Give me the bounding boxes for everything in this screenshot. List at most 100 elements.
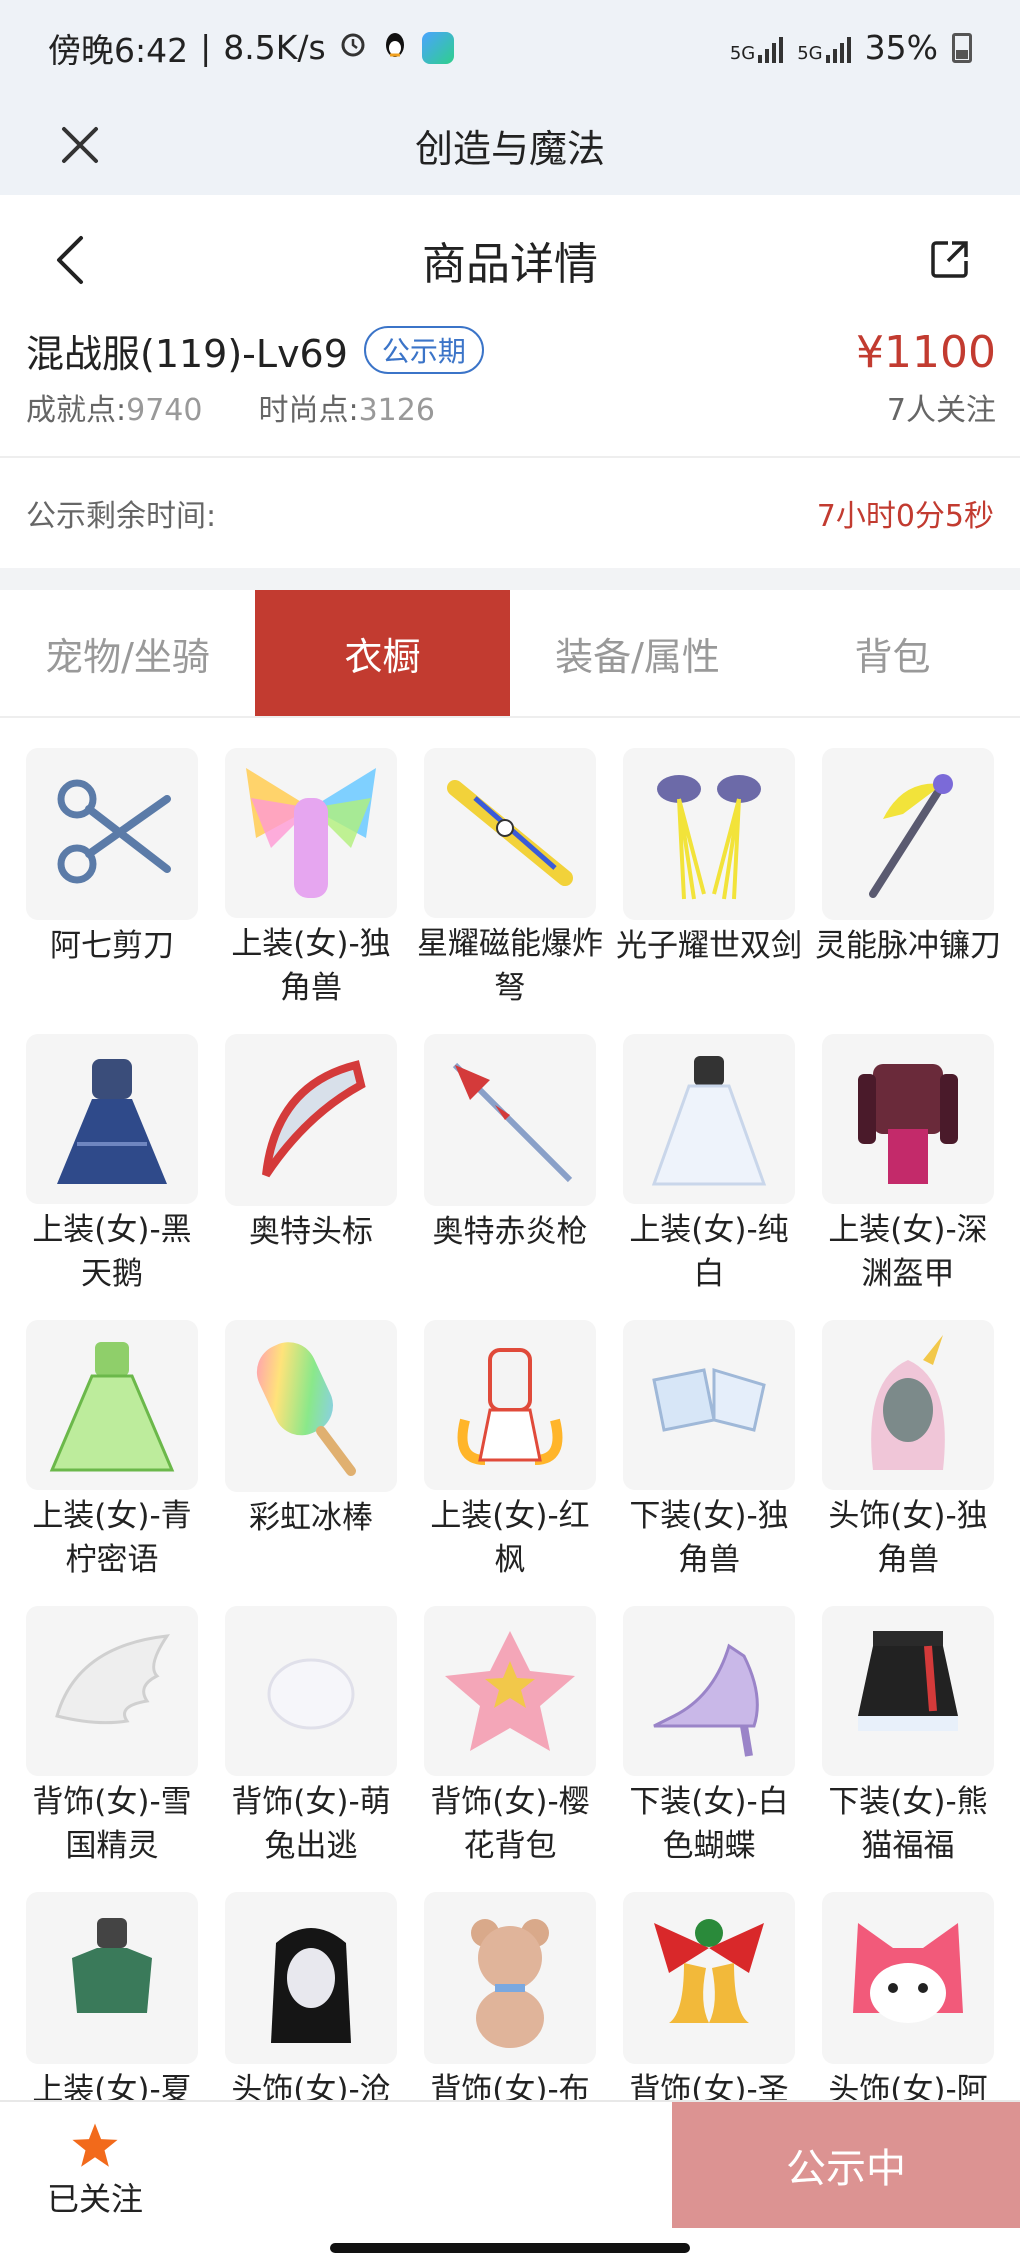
item-name: 灵能脉冲镰刀 — [815, 928, 1001, 964]
crossbow-icon — [447, 780, 573, 886]
white-wing-icon — [55, 1634, 171, 1725]
share-icon[interactable] — [920, 229, 980, 289]
unicorn-pants-icon — [652, 1367, 766, 1432]
gallery-app-icon — [421, 31, 454, 64]
item-name: 阿七剪刀 — [50, 928, 174, 964]
scissors-icon — [57, 779, 171, 884]
signal-icon: 5G — [729, 33, 784, 64]
app-title: 创造与魔法 — [414, 126, 605, 171]
item-name: 星耀磁能爆炸弩 — [417, 926, 603, 1006]
signal-1-label: 5G — [729, 42, 756, 64]
item-name: 上装(女)-纯白 — [629, 1212, 789, 1292]
tab-wardrobe[interactable]: 衣橱 — [255, 590, 510, 716]
bottom-action-bar: 已关注 公示中 — [0, 2100, 1020, 2267]
wardrobe-item[interactable]: 背饰(女)-雪国精灵 — [26, 1606, 198, 1868]
penguin-app-icon — [380, 28, 410, 67]
follow-button[interactable]: 已关注 — [40, 2120, 150, 2220]
fashion-points: 时尚点:3126 — [258, 385, 434, 429]
wardrobe-item[interactable]: 上装(女)-纯白 — [623, 1034, 795, 1296]
wardrobe-item[interactable]: 背饰(女)-萌兔出逃 — [225, 1606, 397, 1868]
wardrobe-item[interactable]: 奥特头标 — [225, 1034, 397, 1296]
green-dress-icon — [49, 1342, 175, 1472]
status-badge: 公示期 — [363, 326, 484, 374]
item-name: 上装(女)-黑天鹅 — [32, 1212, 192, 1292]
detail-tabs: 宠物/坐骑 衣橱 装备/属性 背包 — [0, 590, 1020, 718]
item-name: 下装(女)-熊猫福福 — [828, 1784, 988, 1864]
wardrobe-grid: 阿七剪刀 上装(女)-独角兽 星耀磁能爆炸弩 光子耀世双剑 灵能脉冲镰刀 上装(… — [26, 748, 1001, 2154]
spear-icon — [452, 1062, 573, 1183]
cat-mask-icon — [853, 1923, 963, 2023]
red-maple-outfit-icon — [457, 1348, 563, 1465]
item-name: 背饰(女)-雪国精灵 — [32, 1784, 192, 1864]
tab-backpack[interactable]: 背包 — [765, 590, 1020, 716]
black-hair-icon — [271, 1928, 351, 2043]
crest-icon — [262, 1060, 366, 1178]
back-chevron-icon[interactable] — [40, 225, 100, 295]
close-icon[interactable] — [52, 117, 108, 173]
twin-swords-icon — [657, 775, 761, 900]
panda-skirt-icon — [858, 1631, 958, 1731]
battery-icon — [952, 32, 972, 63]
countdown-value: 7小时0分5秒 — [816, 499, 994, 534]
product-name: 混战服(119)-Lv69 — [26, 331, 348, 376]
wardrobe-item[interactable]: 灵能脉冲镰刀 — [815, 748, 1001, 1010]
wardrobe-item[interactable]: 上装(女)-深渊盔甲 — [822, 1034, 994, 1296]
section-gap — [0, 568, 1020, 590]
publicity-status-button[interactable]: 公示中 — [672, 2102, 1020, 2228]
item-name: 光子耀世双剑 — [616, 928, 802, 964]
status-bar: 傍晚6:42 | 8.5K/s 5G 5G 35% — [0, 0, 1020, 95]
product-price: ¥1100 — [856, 327, 996, 378]
follower-count: 7人关注 — [886, 393, 996, 428]
wardrobe-item[interactable]: 下装(女)-熊猫福福 — [822, 1606, 994, 1868]
armor-icon — [858, 1064, 958, 1184]
wardrobe-item[interactable]: 光子耀世双剑 — [616, 748, 802, 1010]
heel-shoe-icon — [653, 1643, 759, 1757]
product-info: 混战服(119)-Lv69 公示期 ¥1100 成就点:9740 时尚点:312… — [0, 325, 1020, 455]
fluffy-tail-icon — [267, 1658, 355, 1730]
wardrobe-item[interactable]: 星耀磁能爆炸弩 — [417, 748, 603, 1010]
unicorn-hood-icon — [871, 1335, 945, 1470]
item-name: 背饰(女)-萌兔出逃 — [231, 1784, 391, 1864]
wardrobe-item[interactable]: 彩虹冰棒 — [225, 1320, 397, 1582]
achievement-points: 成就点:9740 — [26, 385, 202, 429]
scythe-icon — [869, 774, 953, 898]
white-dress-icon — [651, 1056, 767, 1186]
item-name: 上装(女)-独角兽 — [231, 926, 391, 1006]
christmas-bell-icon — [654, 1919, 764, 2023]
wardrobe-item[interactable]: 阿七剪刀 — [26, 748, 198, 1010]
fashion-value: 3126 — [358, 393, 435, 428]
achievement-label: 成就点: — [26, 393, 127, 428]
page-title: 商品详情 — [422, 239, 598, 290]
item-name: 奥特头标 — [249, 1214, 373, 1250]
battery-level: 35% — [864, 28, 938, 67]
blue-dress-icon — [57, 1059, 167, 1184]
item-name: 奥特赤炎枪 — [432, 1214, 588, 1250]
status-separator: | — [200, 28, 212, 67]
wardrobe-item[interactable]: 上装(女)-独角兽 — [225, 748, 397, 1010]
publicity-countdown: 公示剩余时间: 7小时0分5秒 — [0, 458, 1020, 568]
tab-equipment-attributes[interactable]: 装备/属性 — [510, 590, 765, 716]
wardrobe-item[interactable]: 上装(女)-黑天鹅 — [26, 1034, 198, 1296]
tab-pets-mounts[interactable]: 宠物/坐骑 — [0, 590, 255, 716]
status-net-speed: 8.5K/s — [223, 28, 326, 67]
wardrobe-item[interactable]: 奥特赤炎枪 — [424, 1034, 596, 1296]
green-top-icon — [72, 1918, 152, 2013]
fashion-label: 时尚点: — [258, 393, 359, 428]
wardrobe-item[interactable]: 下装(女)-白色蝴蝶 — [623, 1606, 795, 1868]
item-name: 背饰(女)-樱花背包 — [430, 1784, 590, 1864]
home-indicator[interactable] — [330, 2243, 690, 2253]
status-time: 傍晚6:42 — [48, 30, 189, 70]
signal-2-label: 5G — [797, 42, 823, 64]
alarm-icon — [338, 28, 368, 67]
wardrobe-item[interactable]: 头饰(女)-独角兽 — [822, 1320, 994, 1582]
star-backpack-icon — [445, 1631, 575, 1751]
wardrobe-item[interactable]: 背饰(女)-樱花背包 — [424, 1606, 596, 1868]
follow-label: 已关注 — [46, 2180, 143, 2218]
wardrobe-item[interactable]: 上装(女)-红枫 — [424, 1320, 596, 1582]
rainbow-wings-outfit-icon — [246, 768, 376, 898]
item-name: 上装(女)-深渊盔甲 — [828, 1212, 988, 1292]
popsicle-icon — [256, 1342, 356, 1476]
item-name: 下装(女)-白色蝴蝶 — [629, 1784, 789, 1864]
wardrobe-item[interactable]: 下装(女)-独角兽 — [623, 1320, 795, 1582]
wardrobe-item[interactable]: 上装(女)-青柠密语 — [26, 1320, 198, 1582]
